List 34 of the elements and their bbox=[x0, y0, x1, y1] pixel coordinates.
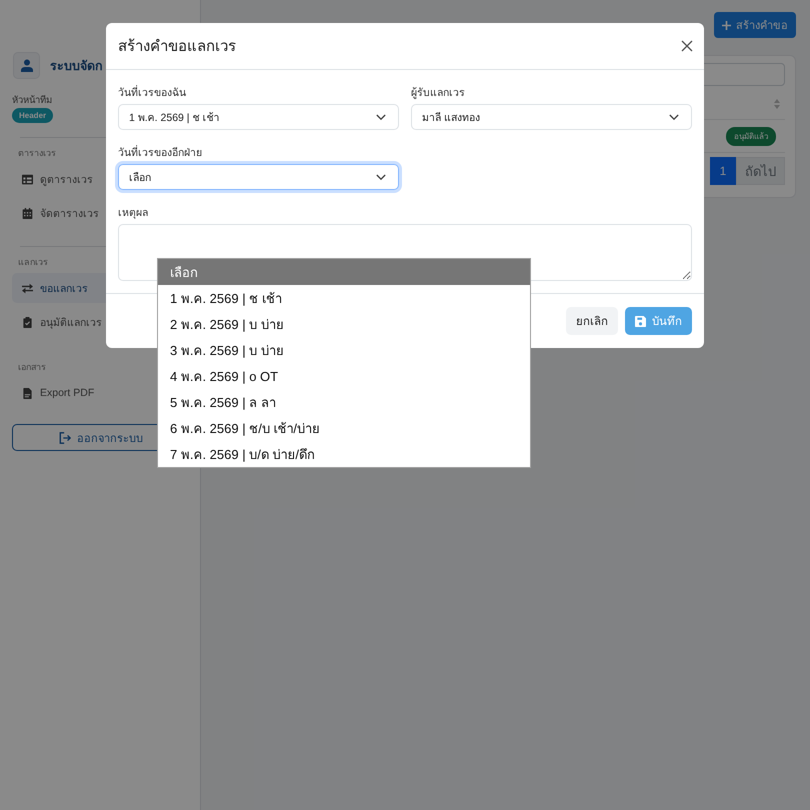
dropdown-option[interactable]: 4 พ.ค. 2569 | o OT bbox=[158, 363, 530, 389]
cancel-button[interactable]: ยกเลิก bbox=[566, 307, 618, 335]
chevron-down-icon bbox=[376, 174, 386, 180]
section-title: ตารางเวร bbox=[18, 147, 56, 159]
field-label: ผู้รับแลกเวร bbox=[411, 86, 466, 100]
dropdown-option[interactable]: 2 พ.ค. 2569 | บ บ่าย bbox=[158, 311, 530, 337]
status-badge: อนุมัติแล้ว bbox=[726, 126, 776, 146]
field-label: วันที่เวรของฉัน bbox=[118, 86, 187, 100]
select-field[interactable]: 1 พ.ค. 2569 | ช เช้า bbox=[118, 104, 399, 130]
user-icon bbox=[13, 52, 40, 79]
chevron-down-icon bbox=[376, 114, 386, 120]
swap-arrows-icon bbox=[22, 282, 33, 294]
dropdown-option[interactable]: 5 พ.ค. 2569 | ล ลา bbox=[158, 389, 530, 415]
role-label: หัวหน้าทีม bbox=[12, 95, 52, 107]
sign-out-icon bbox=[59, 432, 71, 444]
chevron-down-icon bbox=[669, 114, 679, 120]
table-icon bbox=[22, 174, 33, 184]
calendar-icon bbox=[22, 208, 33, 218]
section-title: แลกเวร bbox=[18, 256, 48, 268]
close-icon[interactable] bbox=[681, 40, 693, 52]
save-icon bbox=[635, 316, 646, 326]
select-field[interactable]: มาลี แสงทอง bbox=[411, 104, 692, 130]
role-badge: Header bbox=[12, 108, 54, 123]
modal-title: สร้างคำขอแลกเวร bbox=[118, 37, 236, 57]
clipboard-check-icon bbox=[22, 316, 33, 328]
file-icon bbox=[22, 388, 33, 398]
select-field[interactable]: เลือก bbox=[118, 164, 399, 190]
app-title: ระบบจัดก bbox=[50, 58, 103, 74]
plus-icon bbox=[722, 20, 731, 30]
dropdown-option[interactable]: 3 พ.ค. 2569 | บ บ่าย bbox=[158, 337, 530, 363]
dropdown-option[interactable]: เลือก bbox=[158, 259, 530, 285]
section-title: เอกสาร bbox=[18, 361, 46, 373]
field-label: เหตุผล bbox=[118, 206, 149, 220]
field-label: วันที่เวรของอีกฝ่าย bbox=[118, 146, 203, 160]
